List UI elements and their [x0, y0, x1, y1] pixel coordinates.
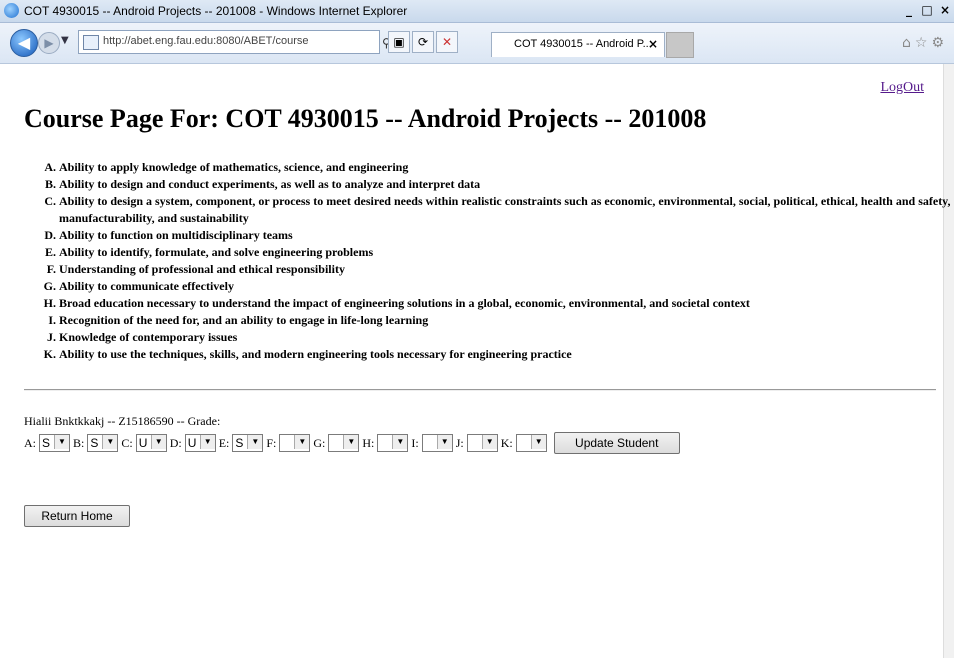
chevron-down-icon: ▼: [392, 435, 408, 449]
chevron-down-icon: ▼: [150, 435, 166, 449]
compatibility-icon[interactable]: ▣: [388, 31, 410, 53]
grade-label: K:: [500, 435, 513, 450]
outcome-item: Understanding of professional and ethica…: [59, 261, 954, 278]
outcome-item: Knowledge of contemporary issues: [59, 329, 954, 346]
chevron-down-icon: ▼: [199, 435, 215, 449]
student-info: Hialii Bnktkkakj -- Z15186590 -- Grade:: [24, 414, 221, 428]
address-bar[interactable]: http://abet.eng.fau.edu:8080/ABET/course…: [78, 30, 397, 54]
grade-select[interactable]: ▼: [328, 434, 360, 452]
grade-select[interactable]: ▼: [421, 434, 453, 452]
outcome-item: Broad education necessary to understand …: [59, 295, 954, 312]
chevron-down-icon: ▼: [343, 435, 359, 449]
page-icon: [83, 35, 99, 50]
outcome-item: Ability to use the techniques, skills, a…: [59, 346, 954, 363]
outcome-item: Ability to function on multidisciplinary…: [59, 227, 954, 244]
chevron-down-icon: ▼: [530, 435, 546, 449]
browser-toolbar: ◀ ▶ ▼ http://abet.eng.fau.edu:8080/ABET/…: [0, 23, 954, 64]
gear-icon[interactable]: ⚙: [931, 35, 948, 51]
grade-select[interactable]: ▼: [279, 434, 311, 452]
chevron-down-icon: ▼: [436, 435, 452, 449]
return-home-button[interactable]: Return Home: [24, 505, 130, 527]
address-text[interactable]: http://abet.eng.fau.edu:8080/ABET/course: [103, 35, 308, 47]
refresh-icon[interactable]: ⟳: [412, 31, 434, 53]
internet-explorer-icon: [4, 3, 19, 18]
chevron-down-icon: ▼: [247, 435, 263, 449]
grade-select[interactable]: S ▼: [232, 434, 264, 452]
grade-select[interactable]: ▼: [466, 434, 498, 452]
grade-select[interactable]: S ▼: [87, 434, 119, 452]
grade-label: E:: [218, 435, 230, 450]
chevron-down-icon: ▼: [481, 435, 497, 449]
grade-label: J:: [455, 435, 464, 450]
grade-select[interactable]: U ▼: [184, 434, 216, 452]
tab-close-icon[interactable]: ×: [648, 37, 658, 51]
window-titlebar: COT 4930015 -- Android Projects -- 20100…: [0, 0, 954, 23]
grade-label: F:: [266, 435, 277, 450]
close-icon[interactable]: ×: [936, 2, 954, 18]
minimize-icon[interactable]: _: [900, 2, 918, 18]
stop-icon[interactable]: ✕: [436, 31, 458, 53]
tab-active[interactable]: COT 4930015 -- Android P... ×: [491, 32, 665, 57]
outcomes-list: Ability to apply knowledge of mathematic…: [24, 159, 954, 363]
new-tab-button[interactable]: [666, 32, 694, 58]
grade-label: B:: [73, 435, 85, 450]
grade-row: A: S ▼ B: S ▼ C: U ▼ D: U ▼ E: S ▼ F: ▼ G: ▼ …: [24, 432, 680, 454]
tab-title: COT 4930015 -- Android P...: [514, 38, 652, 50]
forward-button[interactable]: ▶: [38, 32, 60, 54]
chevron-down-icon: ▼: [54, 435, 69, 449]
outcome-item: Ability to apply knowledge of mathematic…: [59, 159, 954, 176]
outcome-item: Ability to design and conduct experiment…: [59, 176, 954, 193]
maximize-icon[interactable]: □: [918, 2, 936, 18]
history-dropdown-icon[interactable]: ▼: [61, 35, 69, 46]
back-button[interactable]: ◀: [10, 29, 38, 57]
home-icon[interactable]: ⌂: [902, 35, 915, 51]
grade-label: I:: [411, 435, 419, 450]
grade-select[interactable]: ▼: [377, 434, 409, 452]
grade-select[interactable]: S ▼: [39, 434, 70, 452]
grade-select[interactable]: U ▼: [135, 434, 167, 452]
divider: [24, 389, 936, 391]
window-title: COT 4930015 -- Android Projects -- 20100…: [24, 4, 408, 18]
favorites-icon[interactable]: ☆: [915, 35, 932, 51]
outcome-item: Ability to design a system, component, o…: [59, 193, 954, 227]
chevron-down-icon: ▼: [102, 435, 118, 449]
page-title: Course Page For: COT 4930015 -- Android …: [24, 104, 707, 133]
logout-link[interactable]: LogOut: [880, 80, 924, 96]
grade-label: G:: [313, 435, 326, 450]
grade-label: D:: [169, 435, 182, 450]
grade-label: H:: [362, 435, 375, 450]
outcome-item: Ability to identify, formulate, and solv…: [59, 244, 954, 261]
outcome-item: Ability to communicate effectively: [59, 278, 954, 295]
grade-label: C:: [121, 435, 133, 450]
chevron-down-icon: ▼: [294, 435, 310, 449]
toolbar-right-icons: ⌂☆⚙: [902, 35, 948, 51]
grade-select[interactable]: ▼: [515, 434, 547, 452]
grade-label: A:: [24, 435, 36, 450]
window-controls: _ □ ×: [900, 2, 954, 18]
update-student-button[interactable]: Update Student: [553, 432, 680, 454]
outcome-item: Recognition of the need for, and an abil…: [59, 312, 954, 329]
